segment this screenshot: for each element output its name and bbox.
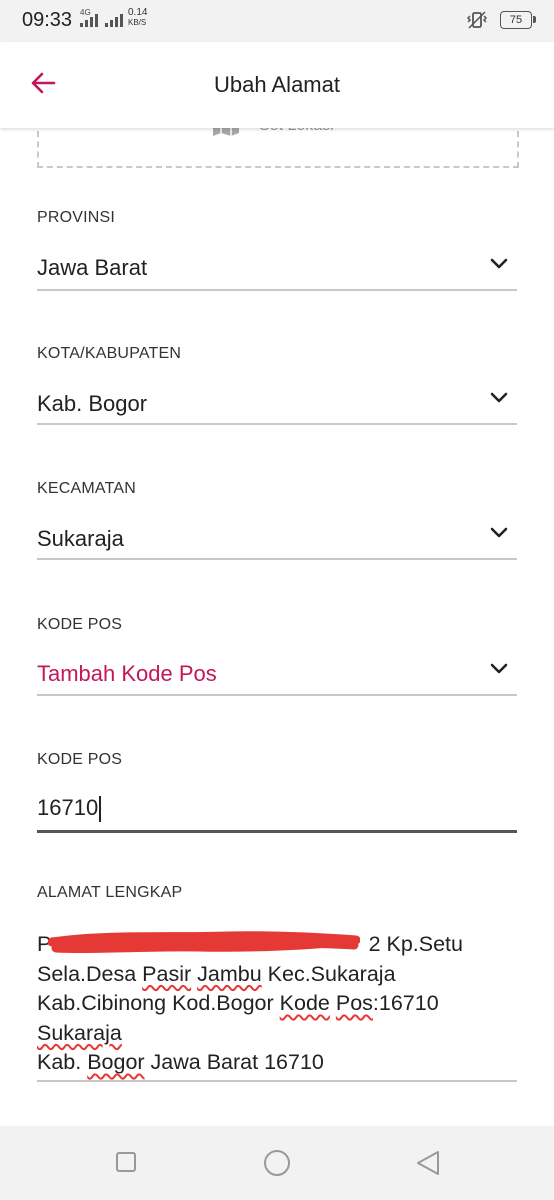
kecamatan-label: KECAMATAN — [37, 480, 136, 497]
kota-value: Kab. Bogor — [37, 391, 148, 416]
kode-pos-input-underline — [37, 830, 517, 833]
chevron-down-icon[interactable] — [489, 257, 509, 271]
kecamatan-underline — [37, 558, 517, 560]
page-title: Ubah Alamat — [214, 72, 340, 97]
kode-pos-input[interactable]: 16710 — [37, 795, 102, 823]
kota-underline — [37, 423, 517, 425]
kode-pos-select-label: KODE POS — [37, 616, 123, 633]
chevron-down-icon[interactable] — [489, 391, 509, 405]
kode-pos-select-field[interactable]: KODE POS Tambah Kode Pos — [37, 616, 517, 700]
triangle-back-icon[interactable] — [414, 1150, 442, 1178]
kota-label: KOTA/KABUPATEN — [37, 345, 182, 362]
signal-indicator: 4G — [80, 8, 123, 27]
battery-icon: 75 — [500, 11, 536, 29]
kota-field[interactable]: KOTA/KABUPATEN Kab. Bogor — [37, 345, 517, 429]
alamat-label-wrap: ALAMAT LENGKAP — [37, 884, 517, 902]
kode-pos-select-underline — [37, 694, 517, 696]
alamat-line-3: Kab.Cibinong Kod.Bogor Kode Pos:16710 — [37, 991, 439, 1015]
redaction-scribble — [48, 931, 360, 954]
speed-value: 0.14 — [128, 7, 148, 18]
vibrate-icon — [466, 11, 488, 29]
alamat-line-4: Sukaraja — [37, 1020, 122, 1045]
system-nav-bar — [0, 1126, 554, 1200]
status-bar: 09:33 4G 0.14 KB/S 75 — [0, 0, 554, 42]
signal-bars-2-icon — [105, 14, 123, 27]
speed-unit: KB/S — [128, 18, 147, 27]
status-time: 09:33 — [22, 9, 73, 31]
alamat-underline — [37, 1080, 517, 1082]
provinsi-value: Jawa Barat — [37, 255, 148, 280]
circle-icon[interactable] — [262, 1150, 292, 1180]
network-type: 4G — [80, 8, 91, 17]
square-icon[interactable] — [114, 1150, 138, 1174]
alamat-line-5: Kab. Bogor Jawa Barat 16710 — [37, 1050, 324, 1074]
kecamatan-value: Sukaraja — [37, 526, 124, 551]
provinsi-underline — [37, 289, 517, 291]
kode-pos-select-value: Tambah Kode Pos — [37, 661, 217, 686]
kode-pos-input-field[interactable]: KODE POS 16710 — [37, 751, 517, 835]
chevron-down-icon[interactable] — [489, 662, 509, 676]
alamat-line-2: Sela.Desa Pasir Jambu Kec.Sukaraja — [37, 961, 396, 986]
alamat-label: ALAMAT LENGKAP — [37, 884, 183, 901]
chevron-down-icon[interactable] — [489, 526, 509, 540]
provinsi-field[interactable]: PROVINSI Jawa Barat — [37, 209, 517, 293]
kecamatan-field[interactable]: KECAMATAN Sukaraja — [37, 480, 517, 564]
network-speed: 0.14 KB/S — [128, 8, 147, 28]
kode-pos-input-label: KODE POS — [37, 751, 123, 768]
text-cursor — [99, 796, 102, 823]
kode-pos-input-value: 16710 — [37, 795, 99, 820]
app-bar: Ubah Alamat — [0, 42, 554, 128]
provinsi-label: PROVINSI — [37, 209, 116, 226]
battery-level: 75 — [509, 14, 523, 26]
